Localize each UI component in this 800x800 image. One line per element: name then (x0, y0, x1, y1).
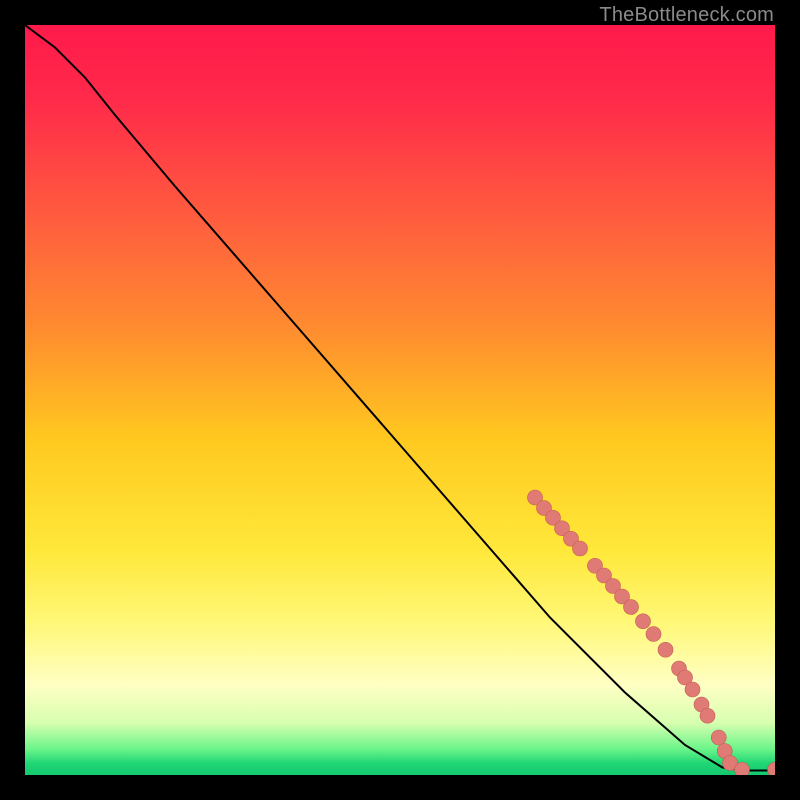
chart-dot (711, 730, 726, 745)
chart-dot (685, 682, 700, 697)
attribution-label: TheBottleneck.com (599, 4, 774, 27)
chart-dot (624, 600, 639, 615)
chart-plot (25, 25, 775, 775)
chart-dot (636, 614, 651, 629)
chart-svg (25, 25, 775, 775)
chart-frame: TheBottleneck.com (0, 0, 800, 800)
chart-dot (646, 627, 661, 642)
chart-dot (573, 541, 588, 556)
chart-dot (700, 708, 715, 723)
chart-dot (658, 642, 673, 657)
chart-dot (735, 762, 750, 775)
chart-background (25, 25, 775, 775)
